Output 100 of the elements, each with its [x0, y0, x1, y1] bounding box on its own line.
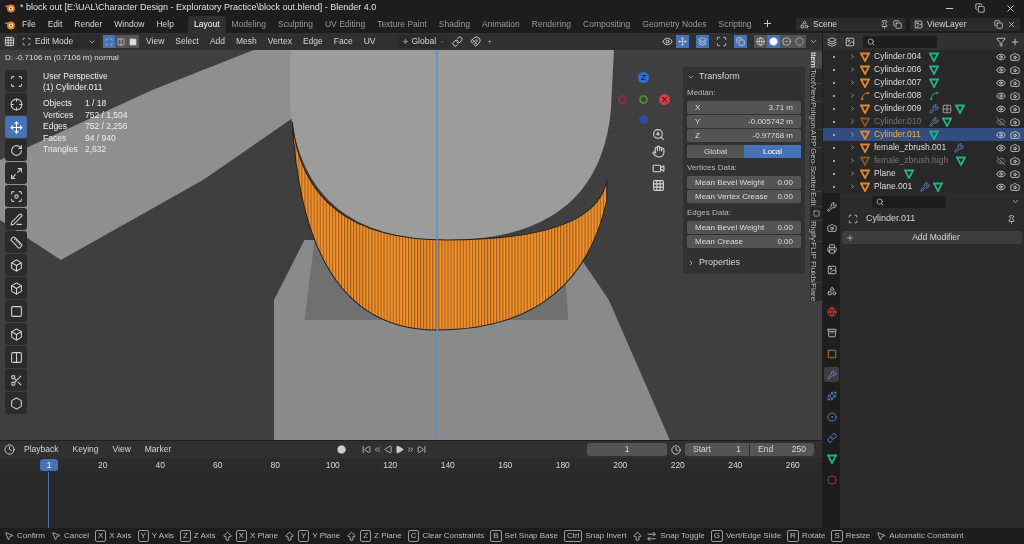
play-reverse-icon[interactable]: [384, 445, 394, 454]
columns-icon[interactable]: [5, 346, 27, 368]
xray-toggle[interactable]: [734, 35, 747, 48]
current-frame-field[interactable]: 1: [587, 443, 667, 456]
mesh-overlay-icon[interactable]: [716, 36, 727, 47]
face-select-mode-button[interactable]: [127, 35, 139, 48]
cube-icon[interactable]: [5, 277, 27, 299]
sidebar-tab[interactable]: Tool: [810, 68, 822, 84]
camera-icon[interactable]: [1010, 116, 1020, 127]
eye-icon[interactable]: [996, 181, 1006, 192]
solid-sphere-icon[interactable]: [767, 35, 780, 48]
outliner-row[interactable]: Cylinder.006: [823, 63, 1024, 76]
tool-icon[interactable]: [824, 199, 839, 214]
edge-select-mode-button[interactable]: [115, 35, 127, 48]
move-icon[interactable]: [5, 116, 27, 138]
caret-icon[interactable]: [1011, 197, 1020, 206]
eye-icon[interactable]: [996, 90, 1006, 101]
outliner-row[interactable]: Cylinder.007: [823, 76, 1024, 89]
workspace-tab[interactable]: Animation: [475, 16, 526, 33]
axis-handle[interactable]: Z: [638, 72, 649, 83]
value-field[interactable]: Mean Vertex Crease 0.00: [687, 190, 801, 203]
workspace-tab[interactable]: Geometry Nodes: [636, 16, 713, 33]
eye-icon[interactable]: [996, 51, 1006, 62]
scale-icon[interactable]: [5, 162, 27, 184]
mode-dropdown[interactable]: Edit Mode: [18, 35, 100, 48]
cube-icon[interactable]: [5, 323, 27, 345]
sidebar-tab[interactable]: Poligon: [810, 102, 822, 130]
overlay-toggle[interactable]: [696, 35, 709, 48]
axis-handle[interactable]: X: [659, 94, 670, 105]
outliner-row[interactable]: Cylinder.008: [823, 89, 1024, 102]
camera-icon[interactable]: [652, 162, 665, 175]
play-icon[interactable]: [395, 445, 405, 454]
caret-icon[interactable]: [809, 37, 818, 46]
pin-icon[interactable]: [880, 20, 889, 29]
menu-item[interactable]: Add: [205, 35, 230, 48]
rotate-icon[interactable]: [5, 139, 27, 161]
menu-item[interactable]: Select: [171, 35, 203, 48]
eye-icon[interactable]: [996, 77, 1006, 88]
camera-icon[interactable]: [1010, 51, 1020, 62]
camera-icon[interactable]: [1010, 64, 1020, 75]
editor-type-icon[interactable]: [4, 36, 15, 47]
scene-selector[interactable]: Scene: [796, 18, 906, 31]
value-field[interactable]: Mean Crease 0.00: [687, 235, 801, 248]
knife-icon[interactable]: [5, 369, 27, 391]
panel-title[interactable]: Transform: [699, 70, 740, 84]
camera-icon[interactable]: [1010, 181, 1020, 192]
value-field[interactable]: Mean Bevel Weight 0.00: [687, 221, 801, 234]
eye-icon[interactable]: [996, 64, 1006, 75]
workspace-tab[interactable]: Modeling: [225, 16, 272, 33]
menu-item[interactable]: Edit: [41, 18, 69, 31]
caret-icon[interactable]: [687, 73, 695, 81]
camera-icon[interactable]: [1010, 142, 1020, 153]
caret-icon[interactable]: [687, 259, 695, 267]
link-icon[interactable]: [824, 430, 839, 445]
pin-icon[interactable]: [1007, 214, 1016, 224]
zoom-icon[interactable]: [652, 128, 665, 141]
camera-icon[interactable]: [1010, 168, 1020, 179]
display-mode-icon[interactable]: [827, 36, 837, 47]
sidebar-tab[interactable]: Edit: [810, 191, 822, 206]
workspace-tab[interactable]: Scripting: [712, 16, 758, 33]
menu-item[interactable]: View: [142, 35, 169, 48]
value-field[interactable]: X 3.71 m: [687, 101, 801, 114]
material-sphere-icon[interactable]: [780, 35, 793, 48]
jump-key-back-icon[interactable]: [373, 445, 383, 454]
menu-item[interactable]: View: [107, 443, 136, 456]
printer-icon[interactable]: [824, 241, 839, 256]
cursor-icon[interactable]: [5, 93, 27, 115]
snap-icon[interactable]: [469, 36, 481, 47]
ruler-icon[interactable]: [5, 231, 27, 253]
restore-icon[interactable]: [975, 3, 985, 13]
menu-item[interactable]: Window: [108, 18, 151, 31]
start-frame-field[interactable]: Start 1: [685, 443, 749, 456]
eye-closed-icon[interactable]: [996, 116, 1006, 127]
menu-item[interactable]: Keying: [67, 443, 104, 456]
select-box-icon[interactable]: [5, 70, 27, 92]
toggle-option[interactable]: Global: [687, 145, 744, 158]
new-collection-icon[interactable]: [1010, 36, 1020, 47]
copy-icon[interactable]: [893, 20, 902, 29]
eye-closed-icon[interactable]: [996, 155, 1006, 166]
camera-icon[interactable]: [1010, 129, 1020, 140]
end-frame-field[interactable]: End 250: [750, 443, 814, 456]
camera-icon[interactable]: [1010, 90, 1020, 101]
toggle-option[interactable]: Local: [744, 145, 801, 158]
jump-end-icon[interactable]: [417, 445, 427, 454]
outliner-row[interactable]: female_zbrush.001: [823, 141, 1024, 154]
eye-icon[interactable]: [996, 168, 1006, 179]
playhead-frame[interactable]: 1: [40, 459, 58, 471]
menu-item[interactable]: Marker: [139, 443, 177, 456]
camera-icon[interactable]: [1010, 155, 1020, 166]
add-modifier-button[interactable]: Add Modifier: [842, 231, 1022, 244]
workspace-tab[interactable]: Shading: [432, 16, 476, 33]
pen-icon[interactable]: [5, 208, 27, 230]
filter-icon[interactable]: [996, 36, 1006, 47]
value-field[interactable]: Mean Bevel Weight 0.00: [687, 176, 801, 189]
workspace-tab[interactable]: Compositing: [577, 16, 637, 33]
eye-icon[interactable]: [996, 129, 1006, 140]
jump-key-forward-icon[interactable]: [406, 445, 416, 454]
transform-icon[interactable]: [5, 185, 27, 207]
camera-icon[interactable]: [1010, 103, 1020, 114]
menu-item[interactable]: Vertex: [263, 35, 296, 48]
